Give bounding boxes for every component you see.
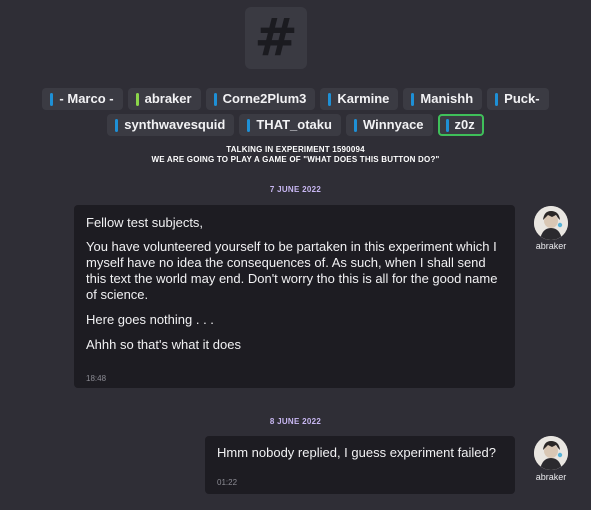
- member-name: THAT_otaku: [256, 117, 332, 132]
- channel-topic: TALKING IN EXPERIMENT 1590094 WE ARE GOI…: [0, 145, 591, 165]
- message-text: Ahhh so that's what it does: [86, 337, 241, 352]
- member-chip[interactable]: Karmine: [320, 88, 399, 110]
- avatar[interactable]: [534, 206, 568, 240]
- member-name: Karmine: [337, 91, 390, 106]
- member-status-indicator: [495, 92, 499, 106]
- member-status-indicator: [445, 118, 449, 132]
- member-status-indicator: [247, 118, 251, 132]
- message-timestamp: 18:48: [86, 374, 107, 383]
- member-name: Winnyace: [362, 117, 424, 132]
- member-chip[interactable]: z0z: [437, 114, 484, 136]
- message-bubble: Fellow test subjects, You have volunteer…: [74, 205, 515, 388]
- member-chip[interactable]: Corne2Plum3: [205, 88, 316, 110]
- message-author[interactable]: abraker: [526, 241, 576, 251]
- message-timestamp: 01:22: [217, 478, 238, 487]
- member-chip[interactable]: Manishh: [403, 88, 483, 110]
- member-status-indicator: [213, 92, 217, 106]
- member-name: Corne2Plum3: [222, 91, 307, 106]
- member-name: synthwavesquid: [124, 117, 226, 132]
- message-text: Fellow test subjects,: [86, 215, 204, 230]
- member-status-indicator: [411, 92, 415, 106]
- avatar-image: [534, 436, 568, 470]
- member-status-indicator: [353, 118, 357, 132]
- message-text: Here goes nothing . . .: [86, 312, 214, 327]
- date-separator: 8 JUNE 2022: [269, 417, 322, 426]
- member-status-indicator: [50, 92, 54, 106]
- topic-line-1: TALKING IN EXPERIMENT 1590094: [226, 145, 365, 154]
- member-chip[interactable]: Puck-: [487, 88, 549, 110]
- member-name: - Marco -: [59, 91, 114, 106]
- member-name: z0z: [454, 117, 475, 132]
- member-name: Puck-: [504, 91, 540, 106]
- member-status-indicator: [135, 92, 139, 106]
- member-chip[interactable]: Winnyace: [345, 114, 433, 136]
- member-status-indicator: [115, 118, 119, 132]
- member-chip[interactable]: abraker: [127, 88, 201, 110]
- member-chip[interactable]: synthwavesquid: [107, 114, 235, 136]
- topic-line-2: WE ARE GOING TO PLAY A GAME OF "WHAT DOE…: [151, 155, 440, 164]
- avatar-image: [534, 206, 568, 240]
- avatar[interactable]: [534, 436, 568, 470]
- member-list: - Marco - abraker Corne2Plum3 Karmine Manish…: [18, 88, 573, 136]
- message-text: You have volunteered yourself to be part…: [86, 239, 498, 302]
- member-chip[interactable]: THAT_otaku: [239, 114, 341, 136]
- member-name: Manishh: [420, 91, 474, 106]
- member-name: abraker: [144, 91, 192, 106]
- message-text: Hmm nobody replied, I guess experiment f…: [217, 445, 496, 460]
- channel-hash-icon: #: [245, 7, 307, 69]
- member-status-indicator: [328, 92, 332, 106]
- date-separator: 7 JUNE 2022: [269, 185, 322, 194]
- member-chip[interactable]: - Marco -: [42, 88, 123, 110]
- message-bubble: Hmm nobody replied, I guess experiment f…: [205, 436, 515, 494]
- message-author[interactable]: abraker: [526, 472, 576, 482]
